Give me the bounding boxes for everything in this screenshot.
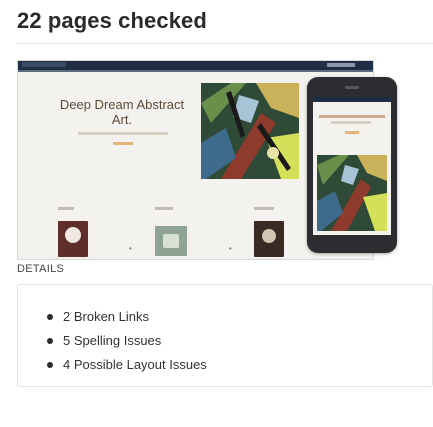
thumbnail-deepdream bbox=[155, 226, 187, 256]
hero-artwork-image bbox=[201, 83, 299, 179]
site-menu bbox=[327, 63, 355, 67]
phone-speaker bbox=[345, 86, 359, 89]
details-label: DETAILS bbox=[17, 263, 65, 275]
thumbnail-deepabstract bbox=[254, 221, 284, 257]
mobile-navbar bbox=[313, 97, 391, 102]
site-hero-title: Deep Dream Abstract Art. bbox=[59, 97, 185, 127]
site-hero-subtitle bbox=[78, 132, 168, 135]
card-label-deepdream bbox=[155, 207, 173, 210]
mobile-screenshot bbox=[307, 77, 397, 253]
separator-dot: • bbox=[129, 244, 132, 253]
broken-links-item: 2 Broken Links bbox=[47, 305, 207, 329]
page-title: 22 pages checked bbox=[17, 8, 207, 33]
details-list: 2 Broken Links 5 Spelling Issues 4 Possi… bbox=[47, 305, 207, 377]
card-label-abstract-art bbox=[58, 207, 74, 210]
thumbnail-abstract-art bbox=[58, 221, 88, 257]
mobile-hero-link bbox=[345, 131, 359, 134]
divider bbox=[17, 43, 433, 44]
site-navbar bbox=[18, 61, 373, 72]
layout-issues-item: 4 Possible Layout Issues bbox=[47, 353, 207, 377]
mobile-hero-subtitle bbox=[331, 121, 371, 124]
mobile-hero-title bbox=[319, 115, 385, 118]
spelling-issues-item: 5 Spelling Issues bbox=[47, 329, 207, 353]
mobile-artwork-image bbox=[317, 155, 387, 231]
screenshot-preview[interactable]: Deep Dream Abstract Art. • • bbox=[17, 60, 398, 260]
card-label-deepabstract bbox=[254, 207, 274, 210]
separator-dot: • bbox=[229, 244, 232, 253]
details-panel: 2 Broken Links 5 Spelling Issues 4 Possi… bbox=[17, 284, 433, 387]
phone-screen bbox=[313, 97, 391, 235]
site-hero-link bbox=[113, 142, 133, 145]
site-logo bbox=[22, 62, 66, 67]
